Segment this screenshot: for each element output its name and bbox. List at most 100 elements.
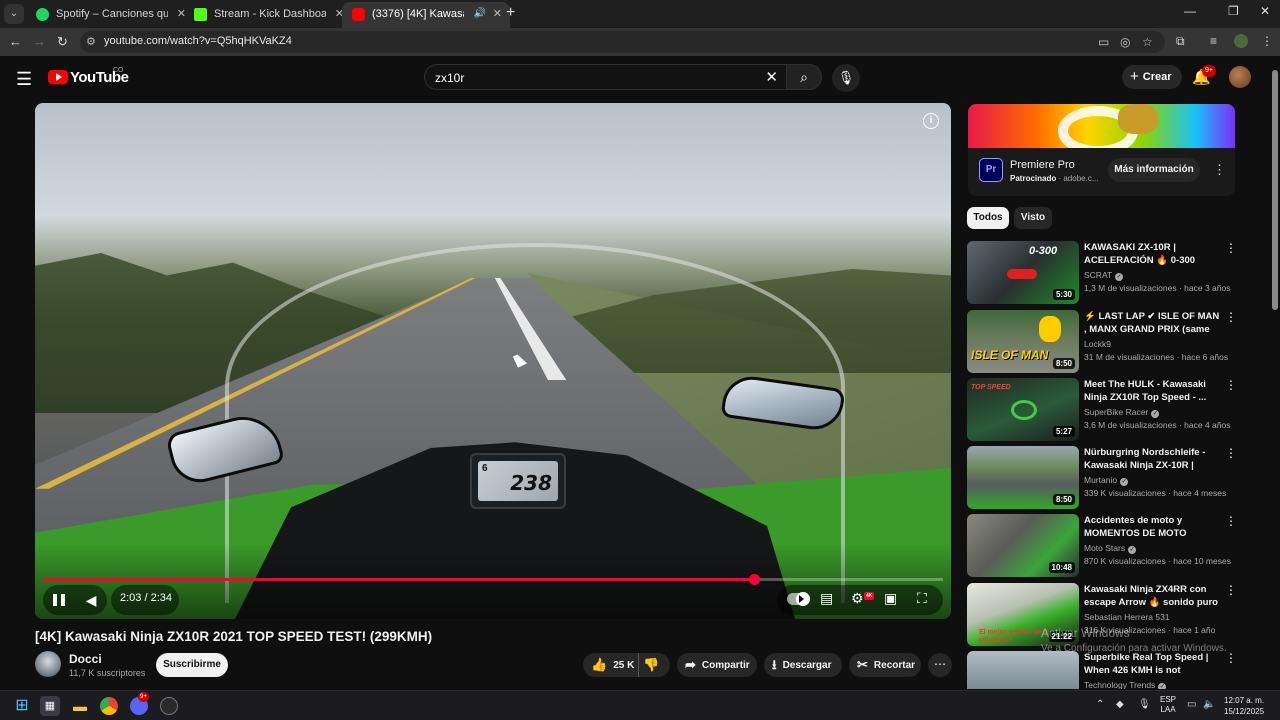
channel-name[interactable]: SCRAT ✓: [1084, 270, 1124, 281]
subtitles-icon[interactable]: ▤: [820, 590, 833, 607]
video-thumbnail[interactable]: 0-300 5:30: [967, 241, 1079, 304]
minimize-icon[interactable]: —: [1184, 4, 1196, 18]
miniplayer-icon[interactable]: ▣: [884, 590, 897, 607]
search-button[interactable]: ⌕: [786, 64, 822, 90]
video-title[interactable]: Nürburgring Nordschleife - Kawasaki Ninj…: [1084, 447, 1220, 473]
share-button[interactable]: ➦ Compartir: [677, 653, 757, 677]
ad-title[interactable]: Premiere Pro: [1010, 159, 1075, 171]
volume-tray-icon[interactable]: 🔈: [1203, 699, 1215, 710]
like-button[interactable]: 👍 25 K: [583, 653, 639, 677]
tray-mic-icon[interactable]: 🎙: [1138, 699, 1151, 710]
tab-kick[interactable]: Stream - Kick Dashboard ✕: [184, 2, 352, 28]
channel-name[interactable]: Docci: [69, 652, 102, 666]
channel-avatar[interactable]: [35, 651, 61, 677]
video-thumbnail[interactable]: [967, 651, 1079, 689]
video-title[interactable]: Superbike Real Top Speed | When 426 KMH …: [1084, 652, 1220, 678]
more-actions-button[interactable]: ⋯: [928, 653, 952, 677]
video-thumbnail[interactable]: ISLE OF MAN 8:50: [967, 310, 1079, 373]
windows-start-icon[interactable]: ⊞: [12, 696, 32, 716]
tab-search-button[interactable]: ⌄: [4, 4, 24, 24]
kebab-menu-icon[interactable]: ⋮: [1213, 162, 1226, 178]
recommendation-item[interactable]: 0-300 5:30 KAWASAKI ZX-10R | ACELERACIÓN…: [967, 241, 1242, 305]
back-icon[interactable]: ←: [9, 34, 22, 49]
chip-all[interactable]: Todos: [967, 207, 1009, 229]
file-explorer-icon[interactable]: ▬: [70, 696, 90, 716]
media-controls-icon[interactable]: ≡: [1210, 34, 1217, 48]
maximize-icon[interactable]: ❐: [1228, 4, 1239, 18]
speaker-icon[interactable]: 🔊: [474, 2, 486, 26]
video-thumbnail[interactable]: TOP SPEED 5:27: [967, 378, 1079, 441]
account-avatar[interactable]: [1229, 66, 1251, 88]
video-title[interactable]: Kawasaki Ninja ZX4RR con escape Arrow 🔥 …: [1084, 584, 1220, 609]
cast-icon[interactable]: ▭: [1098, 35, 1109, 49]
chrome-icon[interactable]: [100, 697, 118, 715]
video-title[interactable]: Meet The HULK - Kawasaki Ninja ZX10R Top…: [1084, 379, 1220, 404]
kebab-menu-icon[interactable]: ⋮: [1225, 514, 1237, 528]
url-field[interactable]: ⚙ youtube.com/watch?v=Q5hqHKVaKZ4 ▭ ◎ ☆: [80, 31, 1165, 53]
youtube-logo-icon[interactable]: [48, 70, 68, 84]
kebab-menu-icon[interactable]: ⋮: [1225, 310, 1237, 324]
video-player[interactable]: 6 238 i ◀ 2:03 / 2:34 ▤ ⚙ 4K ▣ ⛶: [35, 103, 951, 619]
subscribe-button[interactable]: Suscribirme: [156, 653, 228, 677]
video-title[interactable]: KAWASAKI ZX-10R | ACELERACIÓN 🔥 0-300 KM…: [1084, 242, 1220, 268]
video-title[interactable]: Accidentes de moto y MOMENTOS DE MOTO LO…: [1084, 515, 1220, 541]
desktop-app-icon[interactable]: ▦: [40, 696, 60, 716]
browser-profile-avatar[interactable]: [1234, 34, 1248, 48]
recommendation-item[interactable]: 10:48 Accidentes de moto y MOMENTOS DE M…: [967, 514, 1242, 578]
channel-name[interactable]: Moto Stars ✓: [1084, 543, 1137, 554]
ad-banner-image[interactable]: [968, 104, 1235, 148]
eye-off-icon[interactable]: ◎: [1120, 35, 1130, 49]
channel-name[interactable]: SuperBike Racer ✓: [1084, 407, 1160, 418]
kebab-menu-icon[interactable]: ⋮: [1225, 583, 1237, 597]
video-thumbnail[interactable]: 8:50: [967, 446, 1079, 509]
info-icon[interactable]: i: [923, 113, 939, 129]
new-tab-button[interactable]: +: [506, 4, 515, 22]
dislike-button[interactable]: 👎: [643, 653, 659, 677]
kebab-menu-icon[interactable]: ⋮: [1225, 241, 1237, 255]
tab-youtube[interactable]: (3376) [4K] Kawasaki Ninja ZX10R 🔊 ✕: [342, 2, 510, 28]
bookmark-star-icon[interactable]: ☆: [1142, 35, 1153, 49]
recommendation-item[interactable]: Superbike Real Top Speed | When 426 KMH …: [967, 651, 1242, 689]
kebab-menu-icon[interactable]: ⋮: [1225, 446, 1237, 460]
create-button[interactable]: + Crear: [1122, 65, 1182, 89]
scrubber-handle[interactable]: [749, 574, 760, 585]
channel-name[interactable]: Lockk9: [1084, 339, 1111, 349]
channel-name[interactable]: Technology Trends ✓: [1084, 680, 1167, 689]
chip-watched[interactable]: Visto: [1014, 207, 1052, 229]
tray-overflow-icon[interactable]: ⌃: [1096, 699, 1104, 710]
obs-icon[interactable]: [160, 697, 178, 715]
close-icon[interactable]: ✕: [493, 2, 502, 26]
video-thumbnail[interactable]: 10:48: [967, 514, 1079, 577]
browser-menu-icon[interactable]: ⋮: [1261, 34, 1273, 48]
network-icon[interactable]: ▭: [1187, 699, 1196, 710]
tray-app-icon[interactable]: ◆: [1116, 699, 1124, 710]
window-close-icon[interactable]: ✕: [1260, 4, 1270, 18]
voice-search-button[interactable]: 🎙: [832, 64, 860, 92]
clip-button[interactable]: ✂ Recortar: [849, 653, 921, 677]
kebab-menu-icon[interactable]: ⋮: [1225, 378, 1237, 392]
video-title[interactable]: ⚡ LAST LAP ✔ ISLE OF MAN , MANX GRAND PR…: [1084, 311, 1220, 337]
fullscreen-icon[interactable]: ⛶: [917, 590, 927, 607]
premiere-pro-logo[interactable]: Pr: [979, 158, 1003, 182]
language-indicator[interactable]: ESP LAA: [1160, 695, 1176, 715]
ad-more-info-button[interactable]: Más información: [1108, 158, 1200, 182]
tab-spotify[interactable]: Spotify – Canciones que te gusten ✕: [26, 2, 194, 28]
site-info-icon[interactable]: ⚙: [86, 35, 96, 48]
volume-icon[interactable]: ◀: [79, 588, 103, 612]
autoplay-toggle[interactable]: [787, 592, 810, 606]
search-input[interactable]: zx10r ✕: [424, 64, 786, 90]
clear-search-icon[interactable]: ✕: [765, 68, 778, 86]
scrollbar-thumb[interactable]: [1272, 70, 1278, 310]
channel-name[interactable]: Sebastian Herrera 531: [1084, 612, 1170, 622]
pause-button[interactable]: [47, 588, 71, 612]
menu-icon[interactable]: ☰: [16, 69, 32, 90]
extensions-icon[interactable]: ⧉: [1176, 34, 1185, 49]
download-button[interactable]: ⭳ Descargar: [764, 653, 842, 677]
taskbar-clock[interactable]: 12:07 a. m. 15/12/2025: [1224, 695, 1264, 717]
recommendation-item[interactable]: 8:50 Nürburgring Nordschleife - Kawasaki…: [967, 446, 1242, 510]
forward-icon[interactable]: →: [33, 34, 46, 49]
recommendation-item[interactable]: ISLE OF MAN 8:50 ⚡ LAST LAP ✔ ISLE OF MA…: [967, 310, 1242, 374]
kebab-menu-icon[interactable]: ⋮: [1225, 651, 1237, 665]
reload-icon[interactable]: ↻: [57, 34, 68, 50]
channel-name[interactable]: Murtanio ✓: [1084, 475, 1129, 486]
